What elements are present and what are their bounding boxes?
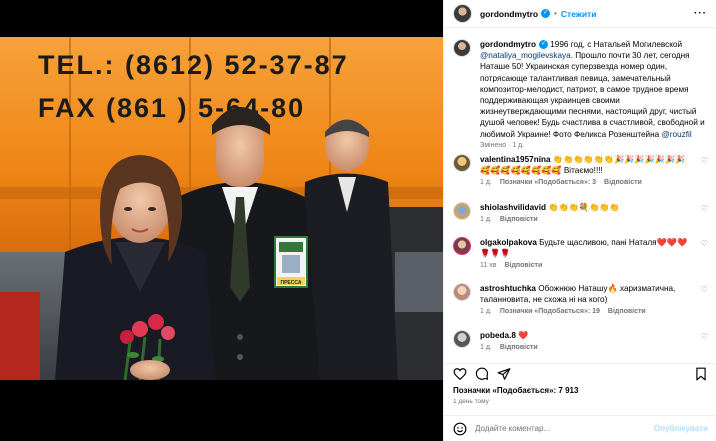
press-badge: ПРЕССА: [274, 236, 308, 288]
comment-time: 1 д.: [480, 344, 492, 352]
separator-dot: •: [554, 9, 557, 18]
comment-username[interactable]: valentina1957nina: [480, 155, 551, 164]
reply-button[interactable]: Відповісти: [504, 262, 542, 269]
post-time: 1 день тому: [453, 398, 489, 405]
save-bookmark-icon[interactable]: [694, 367, 708, 381]
heart-icon[interactable]: ♡: [701, 156, 708, 165]
comment-time: 1 д.: [480, 216, 492, 224]
comment-likes[interactable]: Позначки «Подобається»: 3: [500, 179, 596, 186]
comment-text: 👏👏👏💐👏👏👏: [545, 203, 620, 212]
sign-line-1: TEL.: (8612) 52-37-87: [38, 50, 349, 80]
caption-text-1: 1996 год, с Натальей Могилевской: [547, 40, 683, 49]
more-options-icon[interactable]: ···: [694, 8, 707, 19]
comment-meta: 1 д. Позначки «Подобається»: 19 Відповісти: [480, 308, 708, 315]
comment-meta: 1 д. Позначки «Подобається»: 3 Відповісти: [480, 179, 708, 186]
post-header: gordondmytro ✓ • Стежити ···: [444, 0, 716, 28]
commenter-avatar[interactable]: [453, 202, 471, 220]
reply-button[interactable]: Відповісти: [500, 344, 538, 351]
comment-meta: 1 д. Відповісти: [480, 216, 708, 223]
commenter-avatar[interactable]: [453, 330, 471, 348]
comment-composer: Опублікувати: [444, 416, 716, 441]
comment-username[interactable]: olgakolpakova: [480, 238, 537, 247]
comment-item: pobeda.8 ❤️ 1 д. Відповісти ♡: [453, 330, 708, 351]
comment-item: valentina1957nina 👏👏👏👏👏👏🎉🎉🎉🎉🎉🎉🎉🥰🥰🥰🥰🥰🥰🥰🥰 …: [453, 154, 708, 186]
reply-button[interactable]: Відповісти: [608, 308, 646, 315]
comment-time: 11 хв: [480, 262, 497, 270]
comment-item: olgakolpakova Будьте щасливою, пані Ната…: [453, 237, 708, 269]
publish-button[interactable]: Опублікувати: [654, 424, 708, 433]
share-icon[interactable]: [497, 367, 511, 381]
heart-icon[interactable]: ♡: [701, 239, 708, 248]
likes-count[interactable]: Позначки «Подобається»: 7 913: [453, 386, 578, 395]
commenter-avatar[interactable]: [453, 283, 471, 301]
verified-icon: ✓: [538, 40, 548, 50]
caption: gordondmytro ✓ 1996 год, с Натальей Могил…: [453, 39, 708, 149]
caption-meta: Змінено · 1 д.: [480, 141, 525, 149]
comment-meta: 11 хв Відповісти: [480, 262, 708, 269]
heart-icon[interactable]: ♡: [701, 204, 708, 213]
verified-icon: ✓: [541, 9, 551, 18]
comment-username[interactable]: astroshtuchka: [480, 284, 536, 293]
emoji-icon[interactable]: [453, 422, 467, 436]
comment-item: astroshtuchka Обожнюю Наташу🔥 харизматич…: [453, 283, 708, 315]
caption-text-2: . Прошло почти 30 лет, сегодня Наташе 50…: [480, 51, 705, 139]
comment-username[interactable]: pobeda.8: [480, 331, 516, 340]
post-photo[interactable]: TEL.: (8612) 52-37-87 FAX (861 ) 5-64-80: [0, 37, 443, 380]
svg-text:ПРЕССА: ПРЕССА: [281, 280, 302, 286]
heart-icon[interactable]: ♡: [701, 285, 708, 294]
comment-icon[interactable]: [475, 367, 489, 381]
photo-illustration: TEL.: (8612) 52-37-87 FAX (861 ) 5-64-80: [0, 37, 443, 380]
heart-icon[interactable]: ♡: [701, 332, 708, 341]
reply-button[interactable]: Відповісти: [500, 216, 538, 223]
sign-line-2: FAX (861 ) 5-64-80: [38, 93, 305, 123]
action-bar: [444, 364, 716, 386]
post-media: TEL.: (8612) 52-37-87 FAX (861 ) 5-64-80: [0, 0, 443, 441]
follow-button[interactable]: Стежити: [561, 9, 597, 19]
reply-button[interactable]: Відповісти: [604, 179, 642, 186]
comment-text: ❤️: [515, 331, 529, 340]
comment-likes[interactable]: Позначки «Подобається»: 19: [500, 308, 600, 315]
caption-avatar[interactable]: [453, 39, 471, 57]
like-heart-icon[interactable]: [453, 367, 467, 381]
comments-scroll[interactable]: gordondmytro ✓ 1996 год, с Натальей Могил…: [444, 28, 716, 363]
comment-time: 1 д.: [480, 308, 492, 316]
post-panel: gordondmytro ✓ • Стежити ··· gordondmytr…: [443, 0, 716, 441]
author-username[interactable]: gordondmytro: [480, 9, 538, 19]
mention-link[interactable]: @rouzfil: [661, 130, 691, 139]
caption-username[interactable]: gordondmytro: [480, 40, 536, 49]
comment-username[interactable]: shiolashvilidavid: [480, 203, 546, 212]
commenter-avatar[interactable]: [453, 154, 471, 172]
comment-time: 1 д.: [480, 179, 492, 187]
comment-meta: 1 д. Відповісти: [480, 344, 708, 351]
commenter-avatar[interactable]: [453, 237, 471, 255]
author-avatar[interactable]: [453, 4, 472, 23]
mention-link[interactable]: @nataliya_mogilevskaya: [480, 51, 571, 60]
comment-input[interactable]: [475, 424, 654, 433]
comment-item: shiolashvilidavid 👏👏👏💐👏👏👏 1 д. Відповісти…: [453, 202, 708, 223]
